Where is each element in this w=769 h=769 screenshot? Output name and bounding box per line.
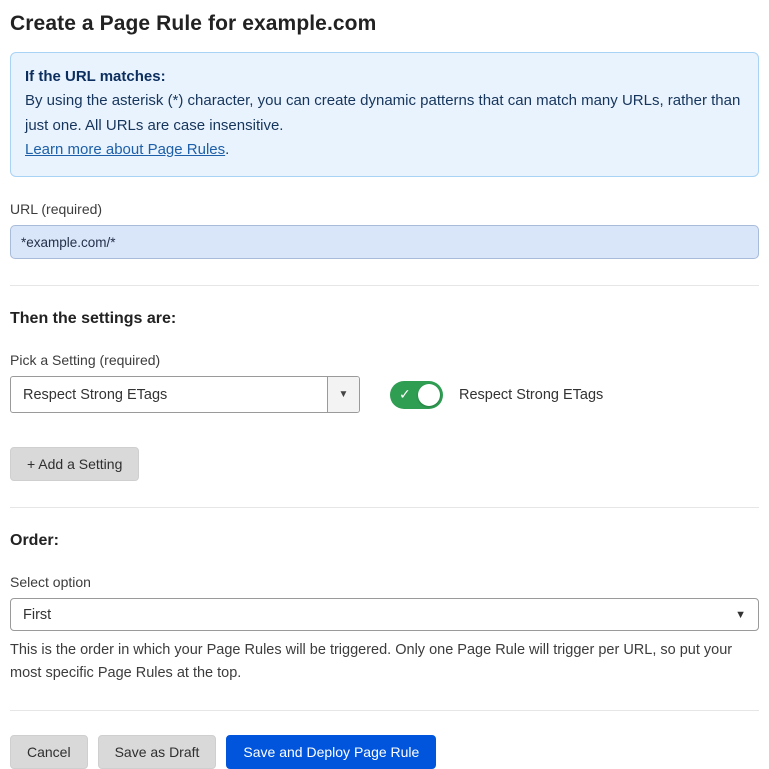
chevron-down-icon: ▼: [735, 609, 746, 621]
order-select-label: Select option: [10, 574, 759, 590]
url-field-label: URL (required): [10, 201, 759, 217]
pick-setting-label: Pick a Setting (required): [10, 352, 759, 368]
learn-more-link[interactable]: Learn more about Page Rules: [25, 141, 225, 158]
order-help-text: This is the order in which your Page Rul…: [10, 639, 750, 684]
toggle-knob: [418, 384, 440, 406]
add-setting-button[interactable]: + Add a Setting: [10, 447, 139, 481]
info-box-body: By using the asterisk (*) character, you…: [25, 89, 744, 138]
setting-row: Respect Strong ETags ▼ ✓ Respect Strong …: [10, 376, 759, 413]
save-deploy-button[interactable]: Save and Deploy Page Rule: [226, 735, 436, 769]
info-box-heading: If the URL matches:: [25, 65, 744, 89]
divider: [10, 710, 759, 711]
url-input[interactable]: [10, 225, 759, 259]
footer-actions: Cancel Save as Draft Save and Deploy Pag…: [10, 735, 759, 769]
order-section-heading: Order:: [10, 532, 759, 550]
url-match-info-box: If the URL matches: By using the asteris…: [10, 52, 759, 177]
order-select[interactable]: First ▼: [10, 598, 759, 631]
setting-toggle-wrap: ✓ Respect Strong ETags: [390, 381, 603, 409]
chevron-down-icon[interactable]: ▼: [327, 377, 359, 412]
link-suffix: .: [225, 141, 229, 158]
setting-select-value: Respect Strong ETags: [11, 377, 327, 412]
toggle-label: Respect Strong ETags: [459, 387, 603, 403]
divider: [10, 507, 759, 508]
setting-toggle[interactable]: ✓: [390, 381, 443, 409]
settings-section-heading: Then the settings are:: [10, 310, 759, 328]
info-link-line: Learn more about Page Rules.: [25, 138, 744, 162]
page-title: Create a Page Rule for example.com: [10, 12, 759, 36]
divider: [10, 285, 759, 286]
page-rule-form: Create a Page Rule for example.com If th…: [0, 0, 769, 718]
order-select-value: First: [23, 607, 51, 623]
check-icon: ✓: [399, 386, 411, 403]
cancel-button[interactable]: Cancel: [10, 735, 88, 769]
save-draft-button[interactable]: Save as Draft: [98, 735, 217, 769]
setting-select[interactable]: Respect Strong ETags ▼: [10, 376, 360, 413]
